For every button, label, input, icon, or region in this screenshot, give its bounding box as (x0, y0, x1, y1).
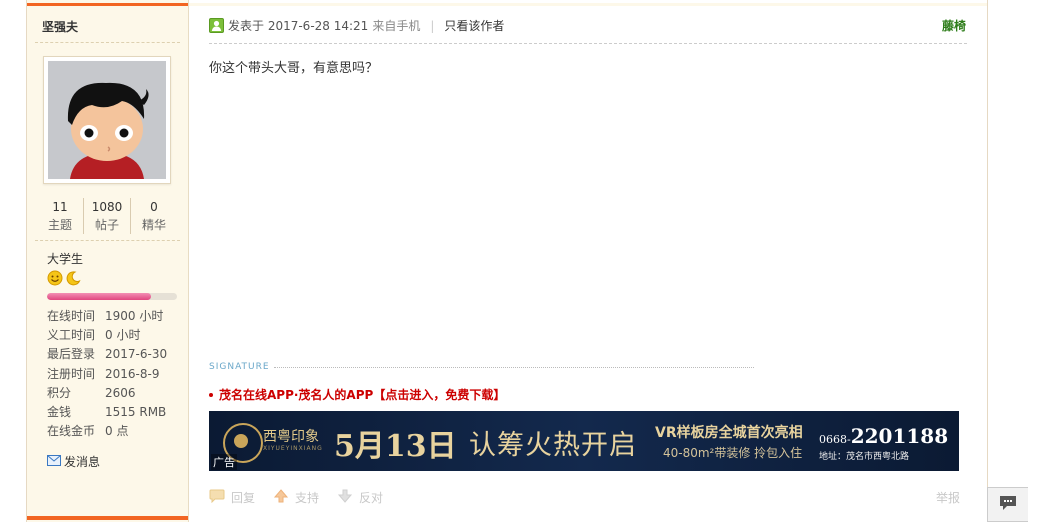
stat-label: 精华 (141, 218, 166, 232)
ad-tag: 广告 (211, 454, 237, 470)
oppose-label: 反对 (359, 491, 384, 505)
info-value: 0 点 (105, 424, 129, 439)
divider (35, 42, 180, 43)
ad-phone: 0668-2201188 (819, 424, 948, 448)
support-label: 支持 (295, 491, 320, 505)
post-container: 坚强夫 11 主题 1080 帖子 0 精华 大学生 在线时间 1900 小时 … (26, 0, 988, 522)
support-button[interactable]: 支持 (273, 489, 319, 506)
info-row-points: 积分 2606 (47, 384, 187, 403)
reply-icon (209, 489, 231, 506)
info-value: 1900 小时 (105, 309, 164, 323)
medals (47, 270, 81, 289)
avatar[interactable] (43, 56, 171, 184)
info-row-online-time: 在线时间 1900 小时 (47, 307, 187, 326)
send-message-button[interactable]: 发消息 (47, 453, 100, 470)
post-main: 发表于 2017-6-28 14:21 来自手机 | 只看该作者 藤椅 你这个带… (189, 0, 987, 522)
only-author-link[interactable]: 只看该作者 (444, 17, 504, 34)
info-row-last-login: 最后登录 2017-6-30 (47, 345, 187, 364)
thumbs-up-icon (273, 489, 295, 506)
app-download-label: 茂名在线APP·茂名人的APP【点击进入，免费下载】 (219, 388, 506, 402)
signature-divider: SIGNATURE (209, 362, 754, 372)
info-key: 在线金币 (47, 424, 96, 439)
post-top-strip (189, 3, 987, 6)
stat-label: 主题 (47, 218, 72, 232)
divider (35, 240, 180, 241)
oppose-button[interactable]: 反对 (337, 489, 383, 506)
level-progress-bar (47, 293, 177, 300)
floor-number[interactable]: 藤椅 (942, 17, 966, 34)
info-value: 2016-8-9 (105, 366, 160, 381)
divider (209, 43, 967, 44)
info-key: 义工时间 (47, 328, 96, 343)
info-value: 2017-6-30 (105, 347, 168, 362)
author-info-list: 在线时间 1900 小时 义工时间 0 小时 最后登录 2017-6-30 注册时间 2… (47, 307, 187, 441)
ad-brand-sub: XIYUEYINXIANG (263, 445, 323, 452)
info-key: 积分 (47, 385, 72, 400)
stat-topics[interactable]: 11 主题 (37, 198, 84, 234)
chat-bubble-icon (999, 495, 1017, 514)
post-meta: 发表于 2017-6-28 14:21 来自手机 | 只看该作者 (209, 17, 504, 34)
ad-vr-headline: VR样板房全城首次亮相 (655, 425, 803, 441)
meta-separator: | (430, 18, 435, 33)
sidebar-bottom-bar (27, 516, 188, 520)
app-download-link[interactable]: 茂名在线APP·茂名人的APP【点击进入，免费下载】 (209, 386, 505, 403)
author-name[interactable]: 坚强夫 (42, 18, 78, 35)
author-sidebar: 坚强夫 11 主题 1080 帖子 0 精华 大学生 在线时间 1900 小时 … (27, 0, 189, 522)
envelope-icon (47, 454, 61, 469)
ad-date: 5月13日 (334, 429, 457, 464)
reply-label: 回复 (231, 491, 256, 505)
send-message-label: 发消息 (64, 455, 101, 469)
info-key: 最后登录 (47, 347, 96, 362)
feedback-button[interactable] (987, 487, 1028, 522)
post-actions: 回复 支持 反对 (209, 489, 401, 506)
info-value: 2606 (105, 385, 136, 400)
online-user-icon (209, 18, 224, 33)
post-date: 发表于 2017-6-28 14:21 (228, 19, 369, 33)
info-key: 在线时间 (47, 309, 96, 323)
reply-button[interactable]: 回复 (209, 489, 255, 506)
info-row-money: 金钱 1515 RMB (47, 403, 187, 422)
bullet-icon (209, 392, 213, 397)
user-rank: 大学生 (47, 252, 84, 266)
ad-vr-subline: 40-80m²带装修 拎包入住 (663, 446, 803, 460)
info-row-gold: 在线金币 0 点 (47, 422, 187, 441)
moon-icon (65, 270, 81, 289)
signature-label: SIGNATURE (209, 362, 270, 372)
stat-value: 11 (52, 200, 68, 214)
smiley-face-icon (47, 270, 63, 289)
info-row-volunteer-time: 义工时间 0 小时 (47, 326, 187, 345)
info-row-register-time: 注册时间 2016-8-9 (47, 365, 187, 384)
post-source: 来自手机 (372, 19, 421, 33)
stat-label: 帖子 (94, 218, 119, 232)
info-key: 金钱 (47, 404, 72, 419)
ad-address: 地址：茂名市西粤北路 (819, 452, 910, 462)
ad-phone-prefix: 0668- (819, 433, 851, 446)
report-link[interactable]: 举报 (936, 489, 960, 506)
stat-posts[interactable]: 1080 帖子 (84, 198, 131, 234)
sidebar-top-bar (27, 3, 188, 6)
ad-slogan: 认筹火热开启 (469, 430, 637, 461)
info-value: 0 小时 (105, 328, 141, 343)
stat-value: 1080 (91, 200, 123, 214)
info-value: 1515 RMB (105, 404, 167, 419)
ad-banner[interactable]: 西粤印象 XIYUEYINXIANG 5月13日 认筹火热开启 VR样板房全城首… (209, 411, 959, 471)
ad-phone-number: 2201188 (850, 424, 949, 448)
author-stats: 11 主题 1080 帖子 0 精华 (37, 198, 177, 234)
level-progress-fill (47, 293, 151, 300)
stat-digest[interactable]: 0 精华 (131, 198, 177, 234)
post-content: 你这个带头大哥，有意思吗？ (209, 61, 379, 76)
avatar-image (48, 61, 166, 179)
info-key: 注册时间 (47, 366, 96, 381)
thumbs-down-icon (337, 489, 359, 506)
signature-line (273, 366, 754, 368)
ad-brand: 西粤印象 (263, 429, 319, 445)
stat-value: 0 (150, 200, 158, 214)
